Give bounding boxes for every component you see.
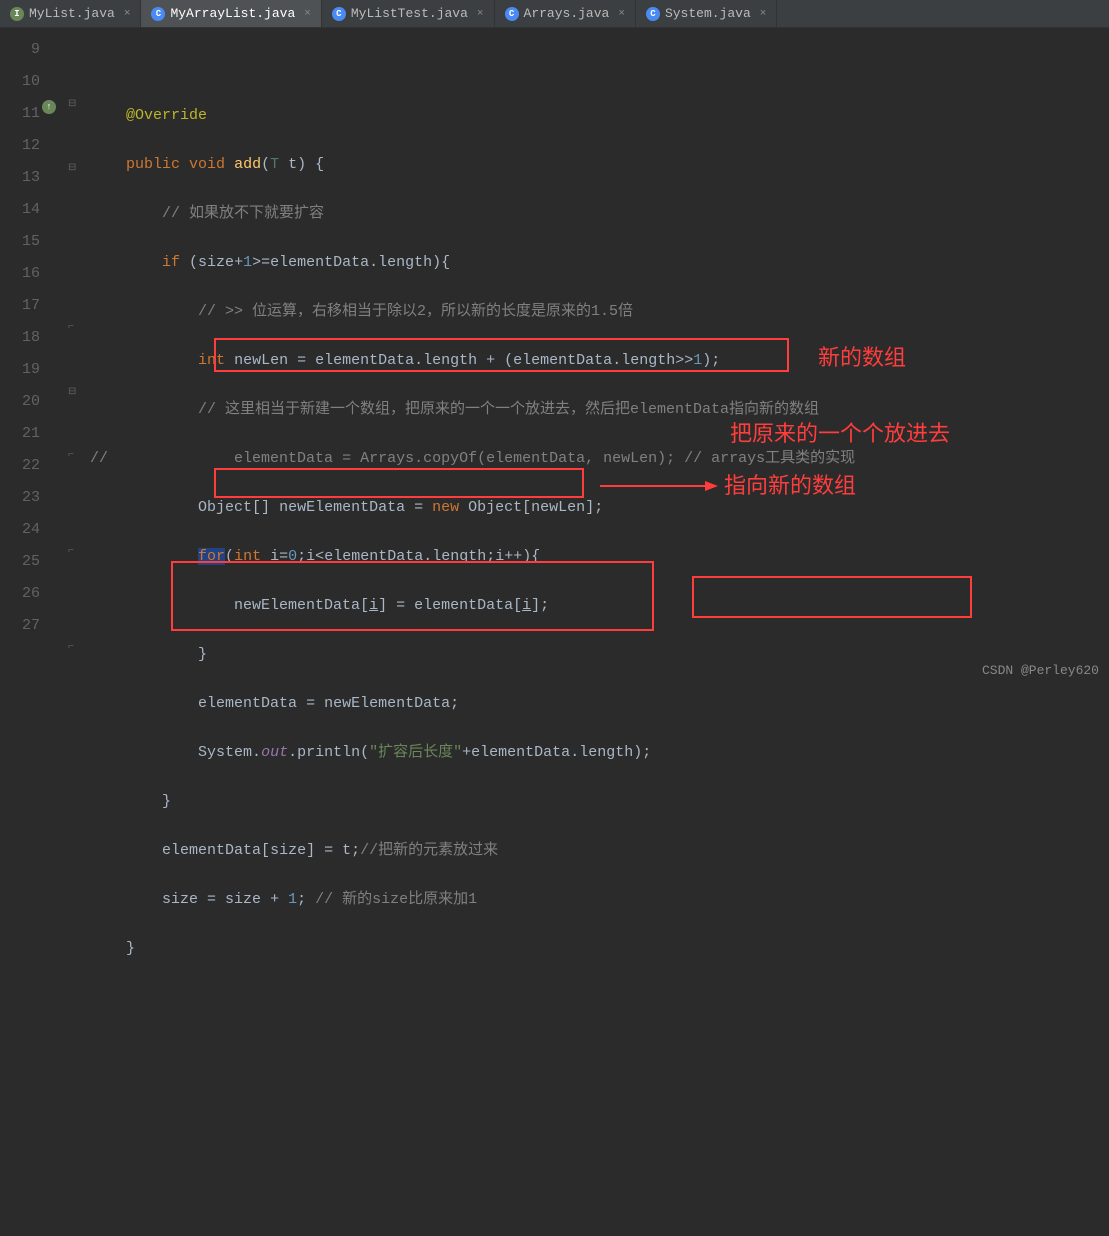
tab-mylisttest[interactable]: C MyListTest.java × (322, 0, 495, 27)
close-icon[interactable]: × (304, 8, 311, 20)
code-content[interactable]: @Override public void add(T t) { // 如果放不… (90, 28, 1109, 684)
tab-label: MyArrayList.java (170, 6, 295, 21)
fold-end-icon[interactable]: ⌐ (68, 546, 74, 557)
close-icon[interactable]: × (618, 8, 625, 20)
tab-mylist[interactable]: I MyList.java × (0, 0, 141, 27)
tab-arrays[interactable]: C Arrays.java × (495, 0, 636, 27)
close-icon[interactable]: × (760, 8, 767, 20)
tab-label: MyList.java (29, 6, 115, 21)
tab-label: System.java (665, 6, 751, 21)
fold-gutter: ⊟ ⊟ ⌐ ⊟ ⌐ ⌐ ⌐ (60, 28, 90, 684)
interface-icon: I (10, 7, 24, 21)
tab-myarraylist[interactable]: C MyArrayList.java × (141, 0, 321, 27)
class-icon: C (151, 7, 165, 21)
class-icon: C (646, 7, 660, 21)
fold-expand-icon[interactable]: ⊟ (68, 386, 76, 398)
fold-expand-icon[interactable]: ⊟ (68, 98, 76, 110)
class-icon: C (505, 7, 519, 21)
tab-system[interactable]: C System.java × (636, 0, 777, 27)
fold-expand-icon[interactable]: ⊟ (68, 162, 76, 174)
override-icon[interactable] (42, 100, 56, 114)
close-icon[interactable]: × (477, 8, 484, 20)
annotation: @Override (126, 107, 207, 124)
fold-end-icon[interactable]: ⌐ (68, 642, 74, 653)
class-icon: C (332, 7, 346, 21)
line-numbers: 9 10 11 12 13 14 15 16 17 18 19 20 21 22… (0, 28, 60, 684)
editor-tabs: I MyList.java × C MyArrayList.java × C M… (0, 0, 1109, 28)
fold-end-icon[interactable]: ⌐ (68, 450, 74, 461)
fold-end-icon[interactable]: ⌐ (68, 322, 74, 333)
code-editor[interactable]: 9 10 11 12 13 14 15 16 17 18 19 20 21 22… (0, 28, 1109, 684)
watermark: CSDN @Perley620 (982, 663, 1099, 678)
close-icon[interactable]: × (124, 8, 131, 20)
tab-label: MyListTest.java (351, 6, 468, 21)
tab-label: Arrays.java (524, 6, 610, 21)
